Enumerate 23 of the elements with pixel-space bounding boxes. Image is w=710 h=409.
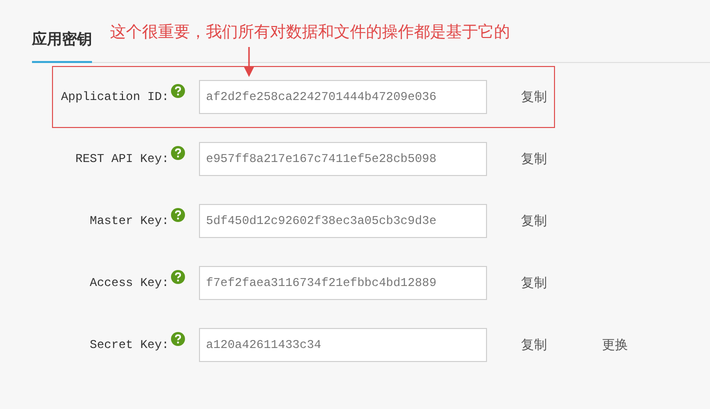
key-field[interactable]: 5df450d12c92602f38ec3a05cb3c9d3e — [199, 204, 487, 238]
key-label: Application ID: — [60, 89, 169, 106]
annotation-text: 这个很重要，我们所有对数据和文件的操作都是基于它的 — [110, 24, 510, 42]
key-field[interactable]: f7ef2faea3116734f21efbbc4bd12889 — [199, 266, 487, 300]
key-field[interactable]: e957ff8a217e167c7411ef5e28cb5098 — [199, 142, 487, 176]
key-field[interactable]: af2d2fe258ca2242701444b47209e036 — [199, 80, 487, 114]
action-link[interactable]: 复制 — [521, 211, 547, 231]
key-label: Access Key: — [88, 275, 169, 292]
key-label: Master Key: — [88, 213, 169, 230]
help-icon[interactable] — [171, 208, 185, 222]
help-icon[interactable] — [171, 332, 185, 346]
key-label: REST API Key: — [74, 151, 169, 168]
action-link[interactable]: 复制 — [521, 87, 547, 107]
key-field[interactable]: a120a42611433c34 — [199, 328, 487, 362]
key-label: Secret Key: — [88, 337, 169, 354]
action-link[interactable]: 更换 — [602, 335, 628, 355]
action-link[interactable]: 复制 — [521, 149, 547, 169]
tab[interactable]: 应用密钥 — [32, 24, 92, 63]
help-icon[interactable] — [171, 146, 185, 160]
help-icon[interactable] — [171, 84, 185, 98]
help-icon[interactable] — [171, 270, 185, 284]
action-link[interactable]: 复制 — [521, 273, 547, 293]
action-link[interactable]: 复制 — [521, 335, 547, 355]
